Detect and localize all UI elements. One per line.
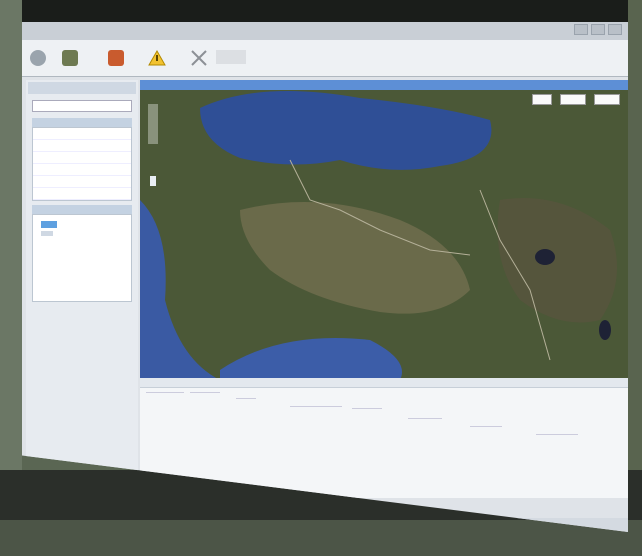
- toolbar-alert-button[interactable]: [148, 46, 168, 70]
- table-row[interactable]: [470, 426, 502, 453]
- list-item[interactable]: [33, 140, 131, 152]
- title-bar: [22, 22, 628, 40]
- sidebar: [26, 80, 138, 480]
- tree-view: [32, 214, 132, 302]
- list-item[interactable]: [33, 188, 131, 200]
- table-row[interactable]: [536, 434, 578, 463]
- table-row[interactable]: [236, 398, 256, 421]
- devices-list: [32, 127, 132, 201]
- map-type-hybrid-button[interactable]: [594, 94, 620, 105]
- map-type-map-button[interactable]: [532, 94, 552, 105]
- table-row[interactable]: [290, 406, 342, 429]
- list-item[interactable]: [33, 176, 131, 188]
- map-zoom-control[interactable]: [148, 104, 158, 144]
- minimize-button[interactable]: [574, 24, 588, 35]
- list-item[interactable]: [33, 128, 131, 140]
- toolbar-tools-button[interactable]: [190, 46, 210, 70]
- map-panel[interactable]: [140, 80, 628, 380]
- globe-icon: [30, 50, 46, 66]
- table-row[interactable]: [190, 392, 220, 417]
- tree-panel-title: [32, 205, 132, 214]
- close-button[interactable]: [608, 24, 622, 35]
- map-type-satellite-button[interactable]: [560, 94, 586, 105]
- desk-surface: [0, 520, 642, 556]
- list-item[interactable]: [33, 164, 131, 176]
- toolbar-spacer: [216, 50, 246, 64]
- list-item[interactable]: [33, 152, 131, 164]
- devices-panel-title: [32, 118, 132, 127]
- tools-icon: [191, 50, 207, 66]
- table-row[interactable]: [146, 392, 184, 417]
- table-row[interactable]: [352, 408, 382, 431]
- table-row[interactable]: [408, 418, 442, 445]
- map-zoom-slider[interactable]: [150, 176, 156, 186]
- satellite-map[interactable]: [140, 80, 628, 380]
- table-header: [140, 378, 628, 388]
- window-controls: [574, 24, 622, 35]
- map-header: [140, 80, 628, 90]
- app-window: [22, 22, 628, 532]
- vehicle-icon: [62, 50, 78, 66]
- warning-icon: [148, 50, 166, 66]
- toolbar: [22, 40, 628, 77]
- sidebar-header: [28, 82, 136, 94]
- tree-node-selected[interactable]: [41, 221, 57, 228]
- toolbar-people-button[interactable]: [108, 46, 126, 70]
- sidebar-search-input[interactable]: [32, 100, 132, 112]
- toolbar-home-button[interactable]: [30, 46, 48, 70]
- people-icon: [108, 50, 124, 66]
- toolbar-vehicle-button[interactable]: [62, 46, 80, 70]
- maximize-button[interactable]: [591, 24, 605, 35]
- tree-node[interactable]: [41, 231, 53, 236]
